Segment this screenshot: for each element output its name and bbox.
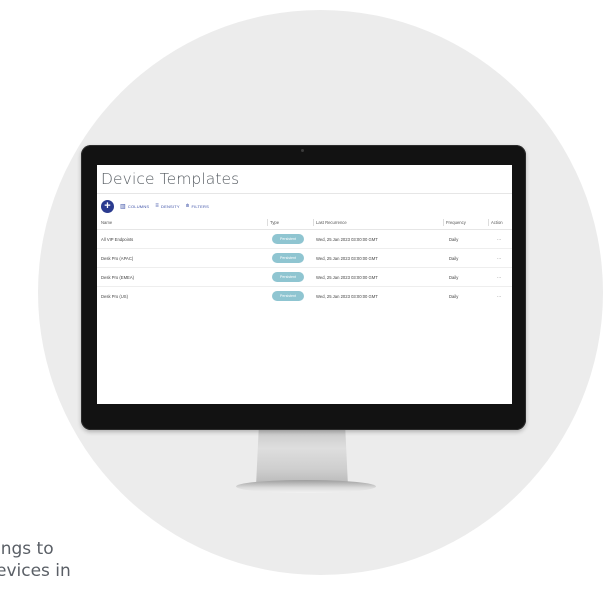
row-last-recurrence: Wed, 25 Jan 2023 03:00:00 GMT [316, 237, 378, 242]
row-name: Desk Pro (APAC) [101, 256, 134, 261]
row-frequency: Daily [449, 237, 459, 242]
row-frequency: Daily [449, 256, 459, 261]
title-divider [97, 193, 512, 194]
more-icon[interactable]: ··· [497, 294, 501, 299]
table-row[interactable]: Desk Pro (EMEA) Persistent Wed, 25 Jan 2… [97, 268, 512, 287]
more-icon[interactable]: ··· [497, 256, 501, 261]
monitor-screen: Device Templates + ▥ COLUMNS ≡ DENSITY ⩧… [97, 165, 512, 404]
row-name: All VIP Endpoints [101, 237, 134, 242]
row-last-recurrence: Wed, 25 Jan 2023 03:00:00 GMT [316, 256, 378, 261]
side-caption-line-2: evices in [0, 561, 71, 581]
status-badge: Persistent [272, 291, 304, 301]
more-icon[interactable]: ··· [497, 275, 501, 280]
toolbar: + ▥ COLUMNS ≡ DENSITY ⩧ FILTERS [101, 199, 215, 213]
columns-label: COLUMNS [127, 203, 150, 209]
filters-button[interactable]: ⩧ FILTERS [186, 203, 209, 210]
table-row[interactable]: Desk Pro (US) Persistent Wed, 25 Jan 202… [97, 287, 512, 306]
row-last-recurrence: Wed, 25 Jan 2023 03:00:00 GMT [316, 294, 378, 299]
side-caption: ings to evices in [0, 538, 146, 582]
columns-icon: ▥ [120, 203, 126, 210]
camera-icon [301, 149, 304, 152]
row-name: Desk Pro (EMEA) [101, 275, 135, 280]
more-icon[interactable]: ··· [497, 237, 501, 242]
status-badge: Persistent [272, 253, 304, 263]
density-label: DENSITY [160, 203, 180, 209]
column-separator [267, 219, 268, 226]
table-row[interactable]: Desk Pro (APAC) Persistent Wed, 25 Jan 2… [97, 249, 512, 268]
monitor-bezel: Device Templates + ▥ COLUMNS ≡ DENSITY ⩧… [81, 145, 526, 430]
filter-icon: ⩧ [185, 202, 190, 209]
column-separator [488, 219, 489, 226]
row-name: Desk Pro (US) [101, 294, 128, 299]
column-header-last-recurrence[interactable]: Last Recurrence [316, 220, 347, 225]
status-badge: Persistent [272, 234, 304, 244]
column-separator [313, 219, 314, 226]
column-header-action[interactable]: Action [491, 220, 503, 225]
column-separator [443, 219, 444, 226]
table-row[interactable]: All VIP Endpoints Persistent Wed, 25 Jan… [97, 230, 512, 249]
density-button[interactable]: ≡ DENSITY [155, 203, 179, 209]
add-template-button[interactable]: + [101, 199, 114, 213]
status-badge: Persistent [272, 272, 304, 282]
column-header-name[interactable]: Name [101, 220, 112, 225]
page-title: Device Templates [101, 170, 240, 188]
row-frequency: Daily [449, 275, 459, 280]
column-header-type[interactable]: Type [270, 220, 279, 225]
monitor-neck [256, 428, 348, 486]
row-frequency: Daily [449, 294, 459, 299]
density-icon: ≡ [155, 203, 159, 209]
monitor-base [236, 480, 376, 493]
row-last-recurrence: Wed, 25 Jan 2023 03:00:00 GMT [316, 275, 378, 280]
columns-button[interactable]: ▥ COLUMNS [120, 203, 149, 210]
side-caption-line-1: ings to [0, 539, 54, 559]
filters-label: FILTERS [191, 203, 210, 209]
column-header-frequency[interactable]: Frequency [446, 220, 466, 225]
